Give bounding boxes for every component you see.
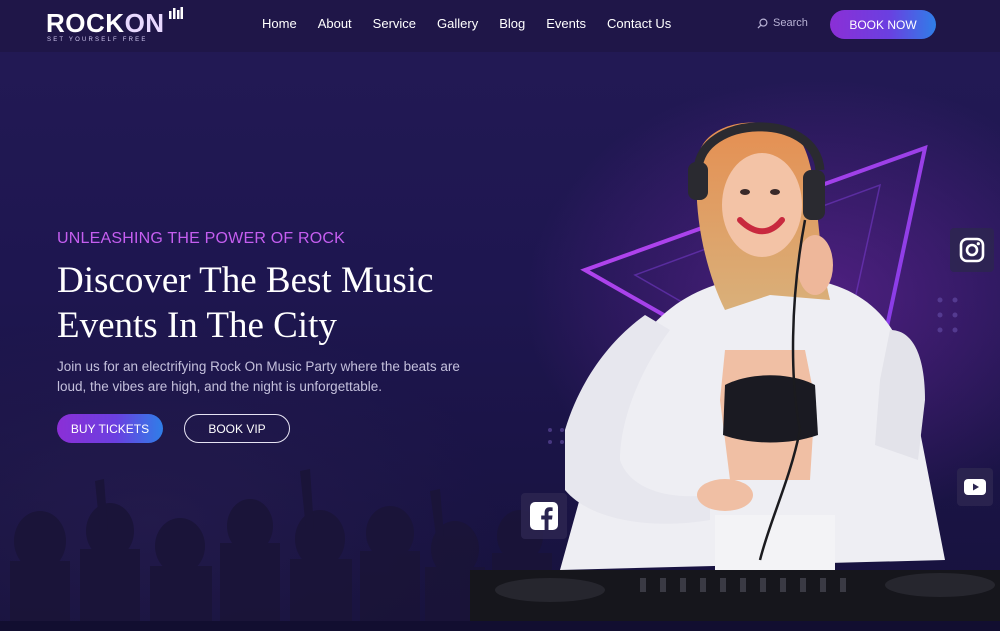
instagram-button[interactable] — [950, 228, 994, 272]
nav-item-contact-us[interactable]: Contact Us — [607, 16, 671, 31]
instagram-icon — [959, 237, 985, 263]
equalizer-icon — [169, 7, 183, 19]
youtube-button[interactable] — [957, 468, 993, 506]
book-vip-button[interactable]: BOOK VIP — [184, 414, 290, 443]
search-label: Search — [773, 17, 808, 29]
hero-eyebrow: UNLEASHING THE POWER OF ROCK — [57, 230, 346, 247]
nav-item-service[interactable]: Service — [373, 16, 416, 31]
nav-item-events[interactable]: Events — [546, 16, 586, 31]
logo-on-text: ON — [124, 8, 165, 38]
logo-tagline: SET YOURSELF FREE — [47, 37, 148, 43]
logo-rock-text: ROCK — [46, 8, 125, 38]
facebook-icon — [530, 502, 558, 530]
nav-item-home[interactable]: Home — [262, 16, 297, 31]
hero-title-line-1: Discover The Best Music — [57, 260, 434, 301]
logo-wordmark: ROCKON — [46, 8, 165, 39]
hero-title: Discover The Best Music Events In The Ci… — [57, 258, 537, 348]
nav-item-gallery[interactable]: Gallery — [437, 16, 478, 31]
bottom-strip — [0, 621, 1000, 631]
dj-performer-image — [470, 122, 1000, 621]
main-nav: Home About Service Gallery Blog Events C… — [262, 16, 692, 31]
brand-logo[interactable]: ROCKON SET YOURSELF FREE — [46, 6, 196, 46]
site-header: ROCKON SET YOURSELF FREE Home About Serv… — [0, 0, 1000, 52]
buy-tickets-button[interactable]: BUY TICKETS — [57, 414, 163, 443]
hero-description: Join us for an electrifying Rock On Musi… — [57, 359, 460, 394]
nav-item-about[interactable]: About — [318, 16, 352, 31]
search-icon — [757, 18, 768, 29]
youtube-icon — [964, 479, 986, 495]
facebook-button[interactable] — [521, 493, 567, 539]
nav-item-blog[interactable]: Blog — [499, 16, 525, 31]
hero-title-line-2: Events In The City — [57, 305, 337, 346]
book-now-button[interactable]: BOOK NOW — [830, 10, 936, 39]
search-trigger[interactable]: Search — [757, 17, 808, 29]
